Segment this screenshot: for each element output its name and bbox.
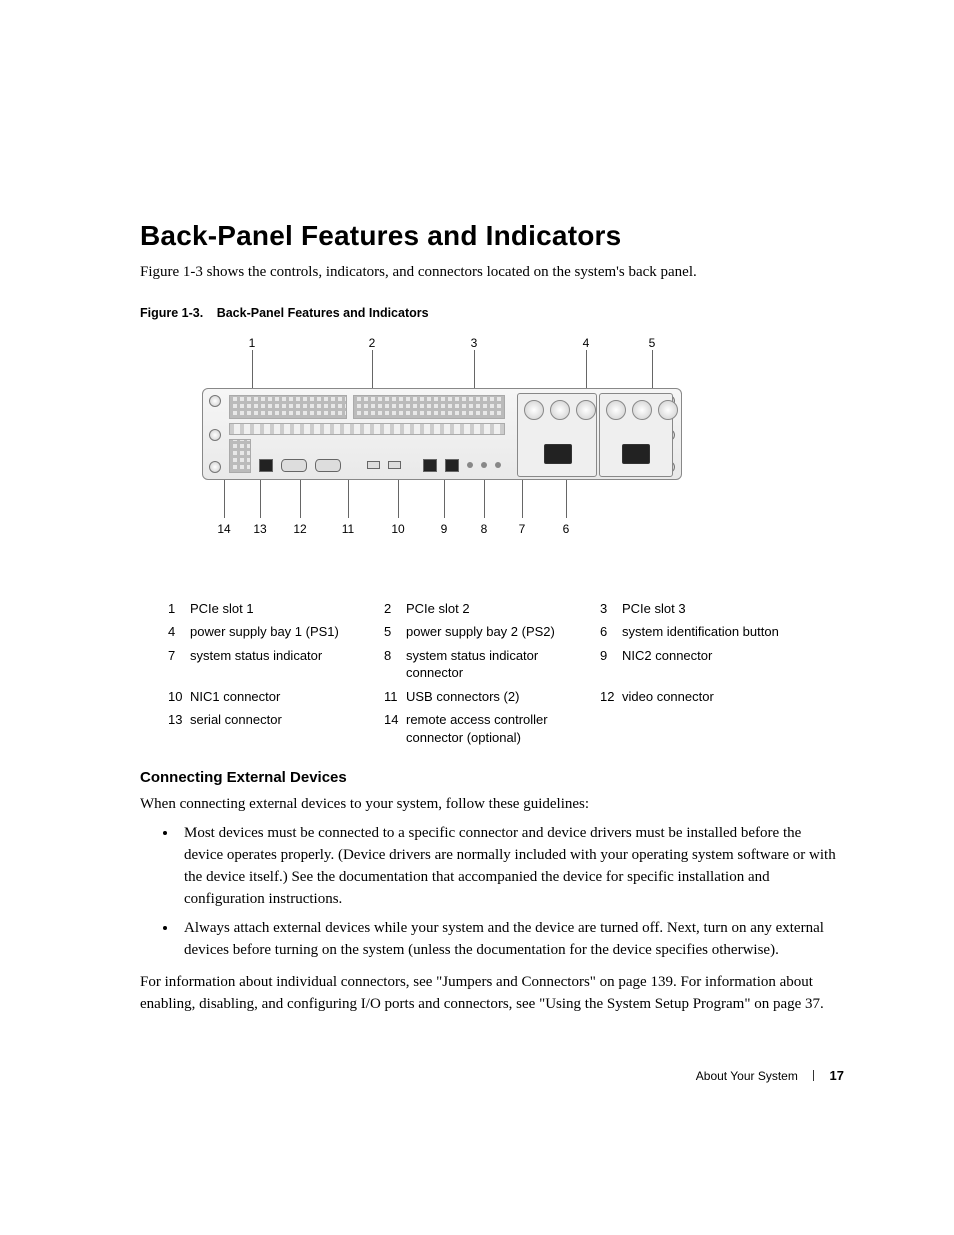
footer-separator (813, 1070, 814, 1081)
legend-text: power supply bay 2 (PS2) (406, 623, 600, 641)
port-id-button (495, 462, 501, 468)
legend-num: 2 (384, 600, 406, 618)
callout-bot-8: 8 (476, 522, 492, 536)
figure-title: Back-Panel Features and Indicators (217, 306, 429, 320)
figure-legend: 1PCIe slot 1 2PCIe slot 2 3PCIe slot 3 4… (168, 600, 828, 747)
legend-num: 7 (168, 647, 190, 682)
callout-top-2: 2 (364, 336, 380, 350)
port-serial (281, 459, 307, 472)
legend-text: PCIe slot 1 (190, 600, 384, 618)
sub-intro: When connecting external devices to your… (140, 794, 844, 816)
legend-text: video connector (622, 688, 816, 706)
port-nic2 (445, 459, 459, 472)
port-nic1 (423, 459, 437, 472)
page-footer: About Your System 17 (696, 1068, 844, 1083)
callout-bot-14: 14 (216, 522, 232, 536)
back-panel (202, 388, 682, 480)
legend-num: 1 (168, 600, 190, 618)
callout-bot-12: 12 (292, 522, 308, 536)
figure-diagram: 1 2 3 4 5 (202, 336, 682, 576)
legend-text: PCIe slot 2 (406, 600, 600, 618)
legend-num: 8 (384, 647, 406, 682)
legend-num: 5 (384, 623, 406, 641)
callout-top-4: 4 (578, 336, 594, 350)
callout-top-1: 1 (244, 336, 260, 350)
figure-caption: Figure 1-3. Back-Panel Features and Indi… (140, 306, 844, 320)
footer-section: About Your System (696, 1069, 798, 1083)
legend-num: 10 (168, 688, 190, 706)
port-video (315, 459, 341, 472)
legend-text: serial connector (190, 711, 384, 746)
list-item: Always attach external devices while you… (178, 918, 844, 962)
figure-number: Figure 1-3. (140, 306, 203, 320)
port-rac (259, 459, 273, 472)
legend-text: NIC2 connector (622, 647, 816, 682)
port-usb-1 (367, 461, 380, 469)
legend-num: 4 (168, 623, 190, 641)
callout-bot-6: 6 (558, 522, 574, 536)
callout-bot-9: 9 (436, 522, 452, 536)
port-status-conn (467, 462, 473, 468)
legend-num: 12 (600, 688, 622, 706)
callout-bot-10: 10 (390, 522, 406, 536)
closing-paragraph: For information about individual connect… (140, 972, 844, 1016)
intro-paragraph: Figure 1-3 shows the controls, indicator… (140, 262, 844, 284)
port-usb-2 (388, 461, 401, 469)
callout-top-3: 3 (466, 336, 482, 350)
legend-num: 9 (600, 647, 622, 682)
legend-text: system status indicator connector (406, 647, 600, 682)
callout-top-5: 5 (644, 336, 660, 350)
footer-page-number: 17 (830, 1068, 844, 1083)
legend-num: 3 (600, 600, 622, 618)
legend-text: system identification button (622, 623, 816, 641)
callout-bot-11: 11 (340, 522, 356, 536)
callout-bot-13: 13 (252, 522, 268, 536)
legend-text: power supply bay 1 (PS1) (190, 623, 384, 641)
legend-text: NIC1 connector (190, 688, 384, 706)
page-heading: Back-Panel Features and Indicators (140, 220, 844, 252)
legend-text: system status indicator (190, 647, 384, 682)
guideline-list: Most devices must be connected to a spec… (140, 823, 844, 962)
legend-text: remote access controller connector (opti… (406, 711, 600, 746)
legend-num: 14 (384, 711, 406, 746)
list-item: Most devices must be connected to a spec… (178, 823, 844, 910)
sub-heading: Connecting External Devices (140, 769, 844, 786)
legend-num: 13 (168, 711, 190, 746)
legend-num: 11 (384, 688, 406, 706)
legend-num: 6 (600, 623, 622, 641)
port-status-ind (481, 462, 487, 468)
legend-text: PCIe slot 3 (622, 600, 816, 618)
callout-bot-7: 7 (514, 522, 530, 536)
legend-text: USB connectors (2) (406, 688, 600, 706)
